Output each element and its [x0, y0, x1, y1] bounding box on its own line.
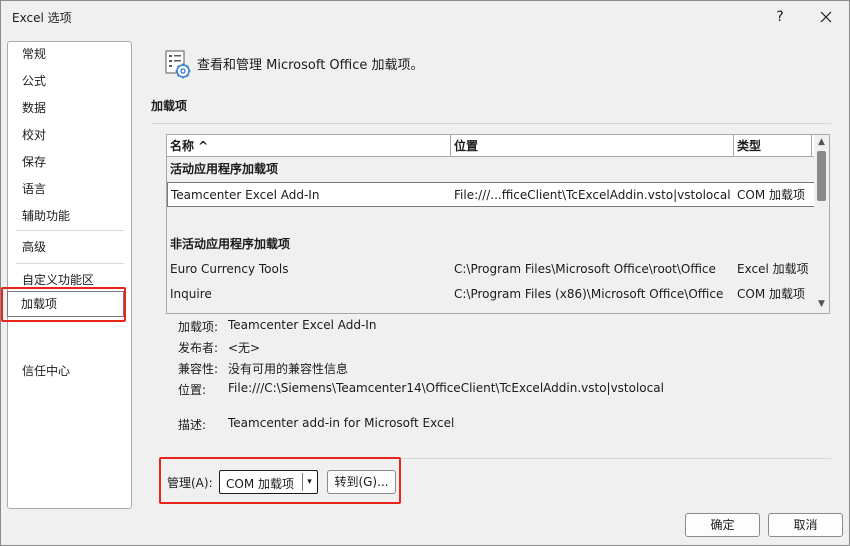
table-header: 名称 ^ 位置 类型: [167, 135, 815, 157]
column-header-location[interactable]: 位置: [451, 135, 734, 157]
highlight-box-addins: [1, 287, 126, 322]
sidebar-item-save[interactable]: 保存: [8, 150, 131, 174]
detail-publisher-label: 发布者:: [178, 341, 219, 355]
sidebar-item-advanced[interactable]: 高级: [8, 235, 131, 259]
cell-location: C:\Program Files\Microsoft Office\root\O…: [454, 262, 716, 276]
table-row[interactable]: Teamcenter Excel Add-In File:///...ffice…: [167, 182, 815, 207]
detail-compat-label: 兼容性:: [178, 362, 219, 376]
cell-type: COM 加载项: [737, 188, 805, 202]
cell-name: Teamcenter Excel Add-In: [171, 188, 320, 202]
group-header-active: 活动应用程序加载项: [167, 157, 815, 182]
detail-addin-value: Teamcenter Excel Add-In: [228, 318, 377, 332]
detail-desc-label: 描述:: [178, 418, 207, 432]
options-sidebar: 常规 公式 数据 校对 保存 语言 辅助功能 高级 自定义功能区 快速访问工具栏…: [7, 41, 132, 509]
scroll-down-arrow-icon[interactable]: ▼: [814, 297, 829, 311]
sidebar-item-data[interactable]: 数据: [8, 96, 131, 120]
detail-publisher-value: <无>: [228, 341, 261, 355]
detail-compat-value: 没有可用的兼容性信息: [228, 362, 349, 376]
sidebar-item-proofing[interactable]: 校对: [8, 123, 131, 147]
sidebar-item-accessibility[interactable]: 辅助功能: [8, 204, 131, 228]
table-spacer: [167, 207, 815, 232]
cell-type: COM 加载项: [737, 287, 805, 301]
excel-options-dialog: Excel 选项 ? 常规 公式 数据 校对 保存 语言 辅助功能 高级 自定义…: [0, 0, 850, 546]
addins-table: 名称 ^ 位置 类型 活动应用程序加载项 Teamcenter Excel Ad…: [166, 134, 830, 314]
column-header-name[interactable]: 名称 ^: [167, 135, 451, 157]
ok-button[interactable]: 确定: [685, 513, 760, 537]
cell-location: C:\Program Files (x86)\Microsoft Office\…: [454, 287, 724, 301]
scroll-thumb[interactable]: [817, 151, 826, 201]
addins-gear-icon: [165, 50, 191, 79]
close-button[interactable]: [811, 5, 841, 29]
table-row[interactable]: Inquire C:\Program Files (x86)\Microsoft…: [167, 282, 815, 307]
cell-name: Euro Currency Tools: [170, 262, 289, 276]
cell-name: Inquire: [170, 287, 212, 301]
sidebar-item-general[interactable]: 常规: [8, 42, 131, 66]
page-description: 查看和管理 Microsoft Office 加载项。: [197, 58, 424, 73]
highlight-box-manage: [159, 457, 401, 504]
detail-location-label: 位置:: [178, 383, 207, 397]
detail-location-value: File:///C:\Siemens\Teamcenter14\OfficeCl…: [228, 381, 664, 395]
sidebar-item-language[interactable]: 语言: [8, 177, 131, 201]
help-button[interactable]: ?: [765, 5, 795, 29]
section-divider: [151, 123, 831, 124]
sidebar-item-formulas[interactable]: 公式: [8, 69, 131, 93]
table-scrollbar[interactable]: ▲ ▼: [814, 135, 829, 313]
section-title: 加载项: [151, 99, 188, 113]
title-bar: Excel 选项 ?: [1, 1, 849, 33]
table-spacer: [167, 307, 815, 313]
cell-type: Excel 加载项: [737, 262, 809, 276]
addins-panel: 查看和管理 Microsoft Office 加载项。 加载项 名称 ^ 位置 …: [141, 33, 841, 513]
detail-addin-label: 加载项:: [178, 320, 219, 334]
scroll-up-arrow-icon[interactable]: ▲: [814, 135, 829, 149]
sidebar-divider: [16, 263, 124, 264]
group-header-inactive: 非活动应用程序加载项: [167, 232, 815, 257]
table-row[interactable]: Euro Currency Tools C:\Program Files\Mic…: [167, 257, 815, 282]
sidebar-item-trust-center[interactable]: 信任中心: [8, 359, 131, 383]
cancel-button[interactable]: 取消: [768, 513, 843, 537]
cell-location: File:///...fficeClient\TcExcelAddin.vsto…: [454, 188, 731, 202]
sidebar-divider: [16, 230, 124, 231]
window-title: Excel 选项: [12, 11, 72, 25]
column-header-type[interactable]: 类型: [734, 135, 812, 157]
close-icon: [820, 11, 832, 23]
detail-desc-value: Teamcenter add-in for Microsoft Excel: [228, 416, 455, 430]
